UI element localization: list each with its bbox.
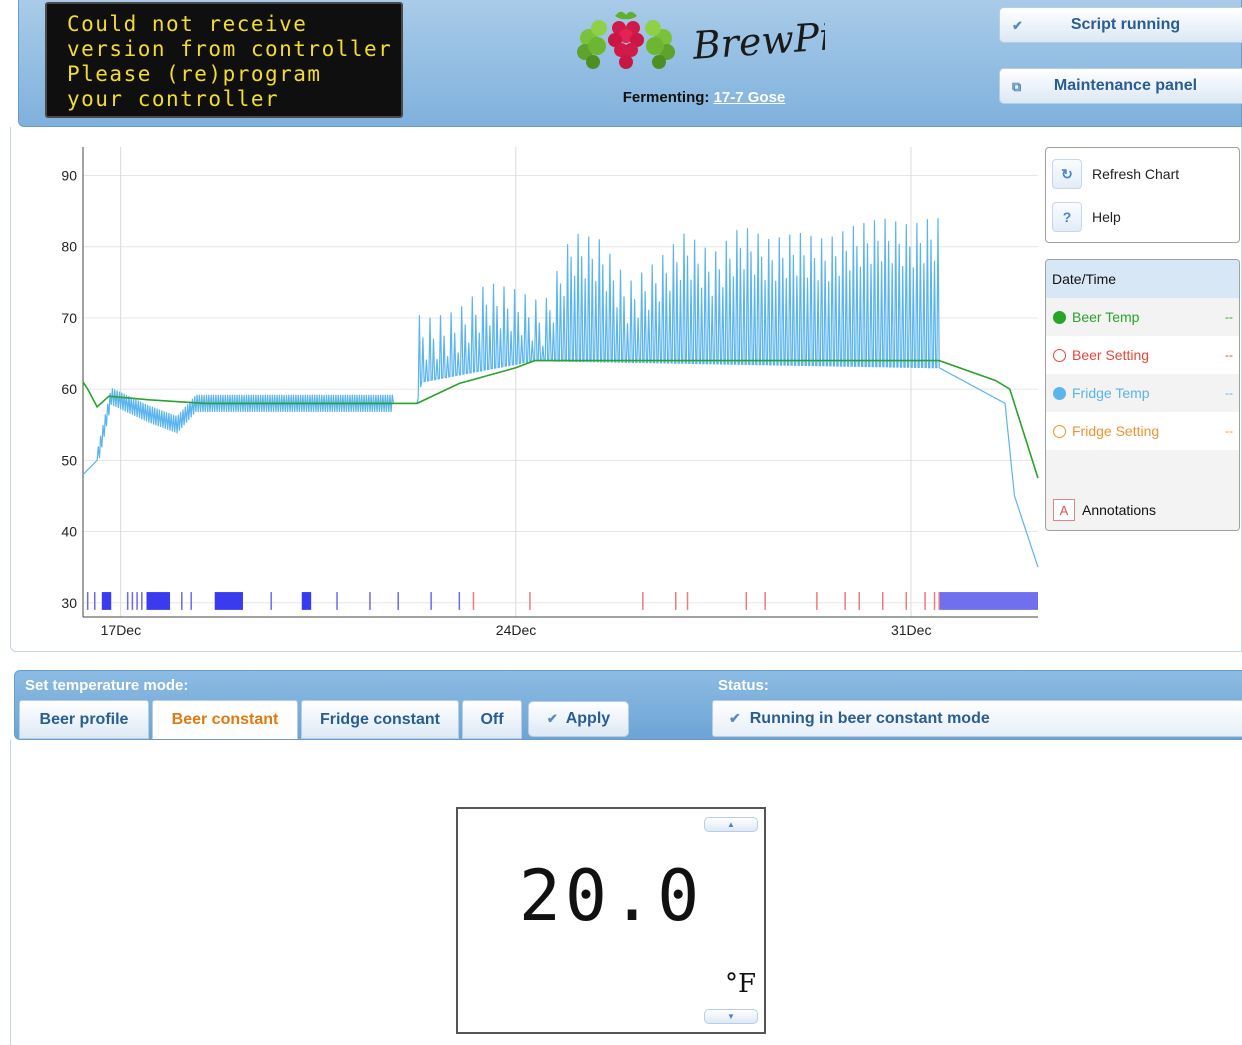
status-box: ✔ Running in beer constant mode xyxy=(712,700,1242,737)
status-title: Status: xyxy=(718,677,769,694)
legend-item[interactable]: Beer Setting -- xyxy=(1046,336,1239,374)
decrease-button[interactable]: ▼ xyxy=(704,1009,758,1024)
state-band xyxy=(939,592,1038,610)
state-band xyxy=(301,592,312,610)
legend-value: -- xyxy=(1225,424,1233,438)
legend-label: Fridge Temp xyxy=(1072,385,1150,401)
series-dot-icon xyxy=(1053,386,1066,400)
state-band xyxy=(214,592,243,610)
annotations-toggle[interactable]: A Annotations xyxy=(1046,488,1239,530)
x-tick-label: 31Dec xyxy=(891,622,931,638)
series-dot-icon xyxy=(1053,310,1066,324)
legend-value: -- xyxy=(1225,310,1233,324)
y-tick-label: 90 xyxy=(61,167,77,183)
y-tick-label: 80 xyxy=(61,239,77,255)
temperature-chart[interactable]: 30 40 50 60 70 80 90 17Dec 24Dec 31Dec xyxy=(0,0,1045,660)
chart-controls: ↻ Refresh Chart ? Help xyxy=(1045,147,1240,243)
mode-title: Set temperature mode: xyxy=(25,677,189,694)
beer-profile-button[interactable]: Beer profile xyxy=(19,700,149,739)
y-tick-label: 70 xyxy=(61,310,77,326)
legend-value: -- xyxy=(1225,348,1233,362)
legend-item[interactable]: Beer Temp -- xyxy=(1046,298,1239,336)
question-icon: ? xyxy=(1052,202,1082,232)
legend-label: Beer Setting xyxy=(1072,347,1150,363)
apply-button[interactable]: ✔ Apply xyxy=(528,701,629,737)
triangle-down-icon: ▼ xyxy=(727,1012,735,1021)
refresh-chart-button[interactable]: ↻ Refresh Chart xyxy=(1052,158,1232,190)
off-button[interactable]: Off xyxy=(462,700,522,739)
temperature-value[interactable]: 20.0 xyxy=(458,855,764,937)
status-text: Running in beer constant mode xyxy=(749,709,990,727)
triangle-up-icon: ▲ xyxy=(727,820,735,829)
fridge-constant-button[interactable]: Fridge constant xyxy=(301,700,459,739)
annotation-icon: A xyxy=(1053,499,1075,521)
check-icon: ✔ xyxy=(729,710,741,726)
state-band xyxy=(101,592,112,610)
temperature-unit: °F xyxy=(724,969,756,999)
series-dot-icon xyxy=(1053,424,1066,438)
help-button[interactable]: ? Help xyxy=(1052,201,1232,233)
legend-label: Beer Temp xyxy=(1072,309,1140,325)
check-icon: ✔ xyxy=(546,711,558,726)
refresh-icon: ↻ xyxy=(1052,159,1082,189)
y-tick-label: 60 xyxy=(61,381,77,397)
legend-item[interactable]: Fridge Temp -- xyxy=(1046,374,1239,412)
legend-spacer xyxy=(1046,450,1239,488)
panel-border xyxy=(10,740,11,1045)
state-band xyxy=(146,592,171,610)
chart-legend: Date/Time Beer Temp -- Beer Setting -- Fridg… xyxy=(1045,259,1240,531)
legend-item[interactable]: Fridge Setting -- xyxy=(1046,412,1239,450)
beer-constant-button[interactable]: Beer constant xyxy=(152,700,298,739)
series-dot-icon xyxy=(1053,348,1066,362)
legend-value: -- xyxy=(1225,386,1233,400)
temperature-spinner: ▲ 20.0 °F ▼ xyxy=(456,807,766,1034)
legend-datetime: Date/Time xyxy=(1046,260,1239,298)
y-tick-label: 40 xyxy=(61,524,77,540)
x-tick-label: 24Dec xyxy=(496,622,536,638)
legend-label: Fridge Setting xyxy=(1072,423,1160,439)
increase-button[interactable]: ▲ xyxy=(704,817,758,832)
fridge-temp-line xyxy=(82,218,1039,568)
mode-control-panel: Set temperature mode: Status: Beer profi… xyxy=(14,670,1242,740)
x-tick-label: 17Dec xyxy=(101,622,141,638)
y-tick-label: 50 xyxy=(61,452,77,468)
y-tick-label: 30 xyxy=(61,595,77,611)
